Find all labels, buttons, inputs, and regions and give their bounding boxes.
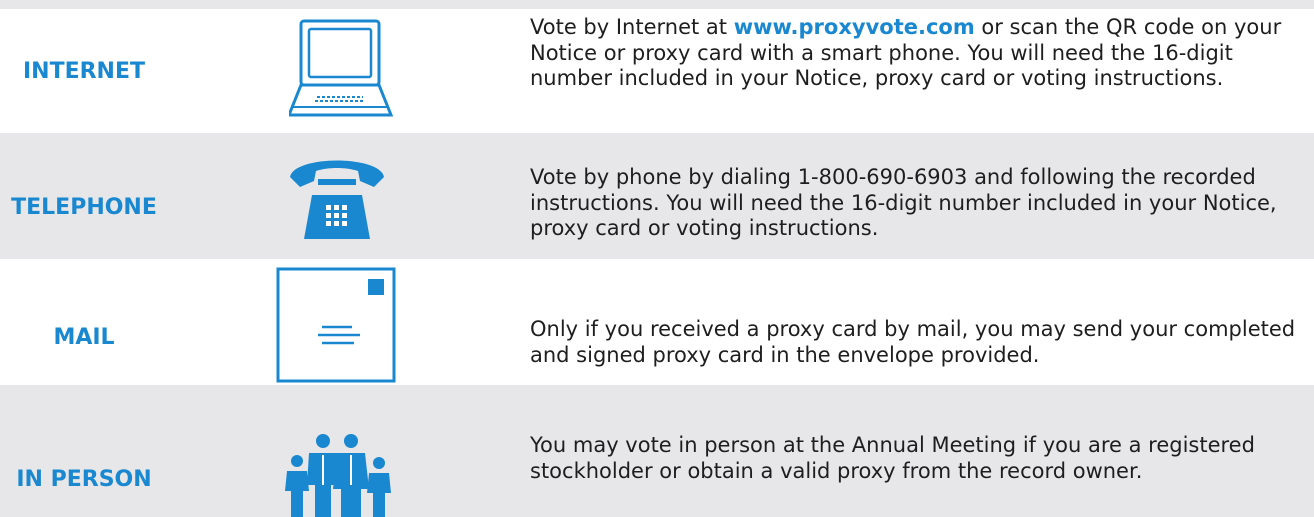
- text-in-person: You may vote in person at the Annual Mee…: [530, 433, 1255, 483]
- proxyvote-link[interactable]: www.proxyvote.com: [734, 15, 975, 39]
- telephone-icon: [282, 147, 392, 247]
- text-internet: Vote by Internet at www.proxyvote.com or…: [530, 15, 1310, 92]
- people-icon: [283, 433, 393, 517]
- top-divider: [0, 0, 1314, 9]
- text-telephone: Vote by phone by dialing 1-800-690-6903 …: [530, 165, 1277, 240]
- row-in-person: IN PERSON You may vote in person at the …: [0, 385, 1314, 517]
- laptop-icon: [289, 19, 393, 123]
- row-internet: INTERNET Vote by Internet at www.proxyvo…: [0, 9, 1314, 133]
- label-mail: MAIL: [53, 325, 115, 350]
- row-mail: MAIL Only if you received a proxy card b…: [0, 259, 1314, 385]
- label-telephone: TELEPHONE: [11, 195, 157, 220]
- voting-methods-page: INTERNET Vote by Internet at www.proxyvo…: [0, 0, 1314, 517]
- label-in-person: IN PERSON: [16, 467, 152, 492]
- envelope-icon: [276, 267, 396, 383]
- row-telephone: TELEPHONE Vote by phone by dialing 1-800…: [0, 133, 1314, 259]
- text-mail: Only if you received a proxy card by mai…: [530, 317, 1296, 367]
- label-internet: INTERNET: [22, 59, 146, 84]
- text-internet-before: Vote by Internet at: [530, 15, 734, 39]
